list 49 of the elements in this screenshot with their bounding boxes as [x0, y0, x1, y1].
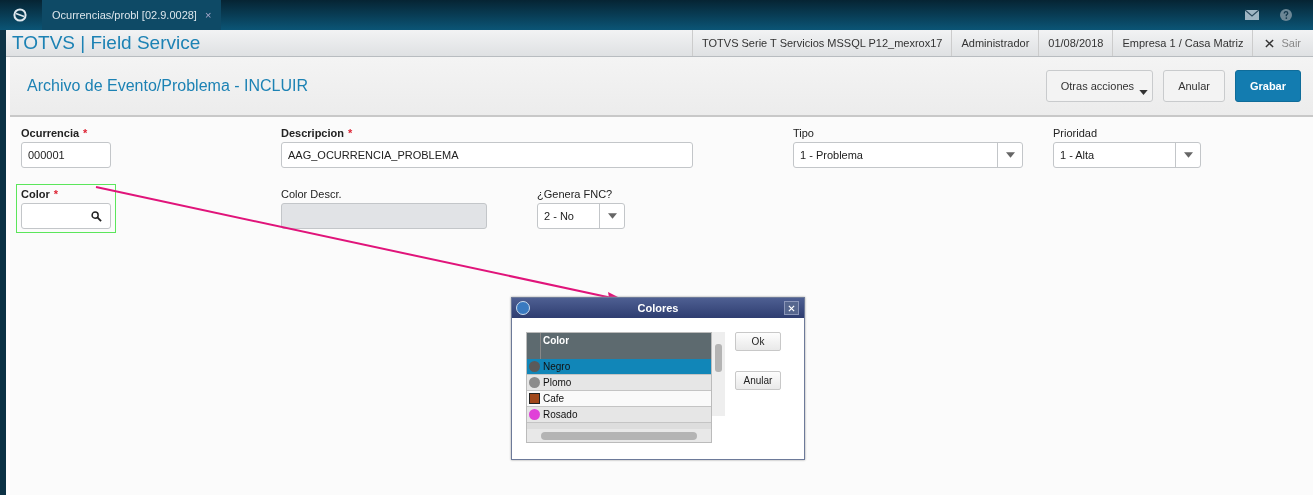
field-label: Prioridad — [1053, 127, 1098, 139]
menu-button[interactable]: Otras acciones — [1045, 70, 1154, 102]
window-tab[interactable]: Ocurrencias/probl [02.9.0028] × — [42, 0, 222, 30]
field-label: Descripcion — [281, 127, 344, 139]
caret-icon — [607, 213, 617, 219]
close-button[interactable] — [784, 301, 799, 315]
caret-icon — [1005, 152, 1015, 158]
required-mark: * — [83, 127, 88, 139]
search-icon — [91, 210, 102, 222]
table-row[interactable]: Plomo — [527, 375, 711, 391]
horizontal-scrollbar[interactable] — [527, 429, 711, 442]
logo-icon — [516, 301, 530, 315]
field-label: Color — [21, 188, 50, 200]
caret-icon — [1139, 90, 1149, 95]
dialog-button[interactable]: Anular — [735, 371, 781, 390]
dialog-button[interactable]: Ok — [735, 332, 781, 351]
required-mark: * — [347, 127, 353, 139]
help-icon[interactable] — [1279, 9, 1293, 21]
dropdown[interactable]: 1 - Problema — [793, 142, 1023, 168]
close-icon — [1265, 38, 1275, 48]
dropdown[interactable]: 2 - No — [537, 203, 625, 229]
action-button[interactable]: Anular — [1163, 70, 1225, 102]
table-row[interactable]: Rosado — [527, 407, 711, 423]
field-label: Color Descr. — [281, 188, 342, 200]
vertical-scrollbar[interactable] — [712, 332, 725, 416]
lookup-field[interactable] — [21, 203, 111, 229]
required-mark: * — [53, 188, 58, 200]
caret-icon — [1183, 152, 1193, 158]
field-label: Tipo — [793, 127, 814, 139]
close-icon — [788, 304, 795, 312]
table-row[interactable]: Negro — [527, 359, 711, 375]
input-field[interactable]: 000001 — [21, 142, 111, 168]
action-button[interactable]: Grabar — [1234, 70, 1301, 102]
input-field[interactable]: AAG_OCURRENCIA_PROBLEMA — [281, 142, 693, 168]
field-label: Ocurrencia — [21, 127, 80, 139]
header-info: 01/08/2018 — [1038, 30, 1113, 56]
page-title: Archivo de Evento/Problema - INCLUIR — [27, 77, 308, 95]
mail-icon[interactable] — [1245, 9, 1259, 21]
logo-icon — [12, 7, 28, 23]
field-label: ¿Genera FNC? — [537, 188, 613, 200]
table-row[interactable]: Cafe — [527, 391, 711, 407]
dropdown[interactable]: 1 - Alta — [1053, 142, 1201, 168]
close-tab-icon[interactable]: × — [204, 9, 212, 21]
header-info: Empresa 1 / Casa Matriz — [1112, 30, 1253, 56]
app-title: TOTVS | Field Service — [11, 32, 201, 54]
header-info: TOTVS Serie T Servicios MSSQL P12_mexrox17 — [692, 30, 952, 56]
dialog-title: Colores — [637, 302, 679, 314]
header-info: Administrador — [951, 30, 1039, 56]
column-header: Color — [542, 334, 571, 348]
